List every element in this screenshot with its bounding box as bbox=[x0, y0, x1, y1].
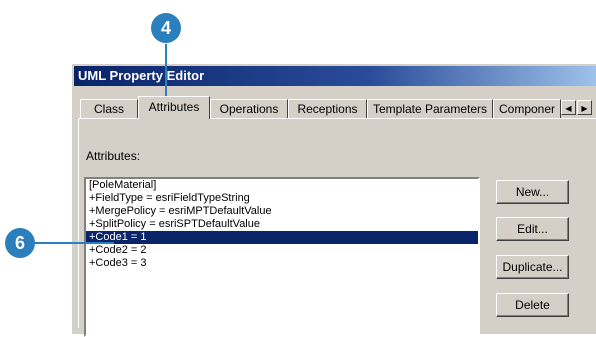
uml-property-editor-window: UML Property Editor ✕ Class Attributes O… bbox=[71, 63, 596, 337]
callout-6-leader-line bbox=[26, 242, 114, 244]
tab-attributes[interactable]: Attributes bbox=[138, 96, 210, 119]
callout-step-4-badge: 4 bbox=[151, 13, 181, 43]
delete-button[interactable]: Delete bbox=[496, 293, 569, 317]
tab-strip: Class Attributes Operations Receptions T… bbox=[78, 96, 596, 119]
tab-scroll-right-icon[interactable]: ▶ bbox=[577, 100, 592, 115]
edit-button[interactable]: Edit... bbox=[496, 217, 569, 241]
tab-receptions[interactable]: Receptions bbox=[288, 99, 367, 118]
tab-scroll-left-icon[interactable]: ◀ bbox=[561, 100, 576, 115]
list-item-selected[interactable]: +Code1 = 1 bbox=[86, 231, 478, 244]
attributes-label: Attributes: bbox=[86, 149, 141, 163]
window-title: UML Property Editor bbox=[78, 68, 205, 83]
attributes-listbox[interactable]: [PoleMaterial] +FieldType = esriFieldTyp… bbox=[84, 177, 480, 337]
list-item[interactable]: +Code3 = 3 bbox=[86, 257, 478, 270]
tab-operations[interactable]: Operations bbox=[210, 99, 288, 118]
list-item[interactable]: +SplitPolicy = esriSPTDefaultValue bbox=[86, 218, 478, 231]
callout-step-6-badge: 6 bbox=[5, 228, 35, 258]
callout-4-leader-line bbox=[165, 44, 167, 101]
duplicate-button[interactable]: Duplicate... bbox=[496, 255, 569, 279]
list-item[interactable]: +MergePolicy = esriMPTDefaultValue bbox=[86, 205, 478, 218]
tab-components[interactable]: Componer bbox=[493, 99, 561, 118]
title-bar[interactable]: UML Property Editor ✕ bbox=[74, 66, 596, 86]
list-item[interactable]: [PoleMaterial] bbox=[86, 179, 478, 192]
tab-class[interactable]: Class bbox=[80, 99, 138, 118]
list-item[interactable]: +Code2 = 2 bbox=[86, 244, 478, 257]
attributes-page: Attributes: [PoleMaterial] +FieldType = … bbox=[78, 118, 596, 337]
new-button[interactable]: New... bbox=[496, 180, 569, 204]
list-item[interactable]: +FieldType = esriFieldTypeString bbox=[86, 192, 478, 205]
tab-template-parameters[interactable]: Template Parameters bbox=[367, 99, 493, 118]
